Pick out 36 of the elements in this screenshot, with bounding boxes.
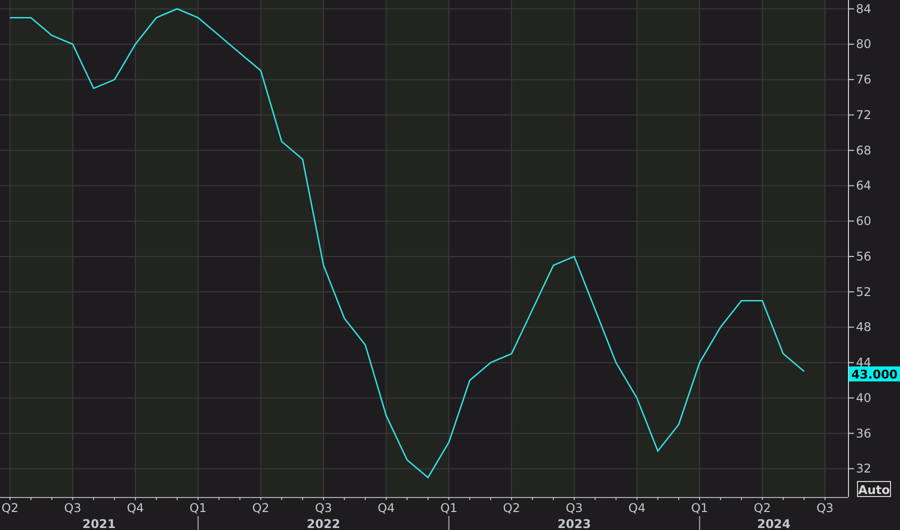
axis-label: Q2 (1, 501, 19, 515)
axis-label: Q2 (754, 501, 771, 515)
axis-label: Q1 (440, 501, 458, 515)
axis-label: 52 (856, 284, 872, 299)
axis-label: 32 (856, 462, 872, 476)
axis-label: Q3 (314, 501, 332, 515)
axis-label: 40 (856, 390, 872, 405)
axis-label: 2024 (757, 517, 791, 530)
axis-label: 2023 (558, 517, 591, 530)
axis-label: Q3 (566, 501, 583, 515)
axis-label: Q4 (628, 501, 646, 515)
axis-label: Q3 (64, 501, 82, 515)
axis-label: 48 (856, 320, 872, 334)
axis-label: 56 (856, 249, 872, 264)
axis-label: Q2 (503, 501, 520, 515)
axis-label: 68 (856, 143, 872, 158)
year-divider (198, 516, 199, 530)
axis-label: Q1 (190, 501, 207, 515)
axis-label: 80 (856, 37, 872, 52)
axis-label: 60 (856, 214, 872, 228)
axis-label: Q4 (126, 501, 144, 515)
axis-label: 2021 (82, 517, 116, 530)
year-divider (699, 516, 700, 530)
axis-label: 36 (856, 426, 872, 440)
axis-label: 84 (856, 2, 872, 16)
axis-label: 64 (856, 178, 872, 193)
axis-label: 72 (856, 108, 872, 122)
axis-label: 76 (856, 72, 872, 87)
last-value-badge: 43.000 (849, 366, 900, 382)
axis-label: Q2 (252, 501, 270, 515)
auto-button[interactable]: Auto (857, 481, 891, 497)
axis-label: Q3 (816, 501, 834, 515)
axis-label: Q1 (691, 501, 708, 515)
axis-label: Q4 (378, 501, 395, 515)
axis-label: 2022 (306, 517, 340, 530)
year-divider (448, 516, 450, 530)
